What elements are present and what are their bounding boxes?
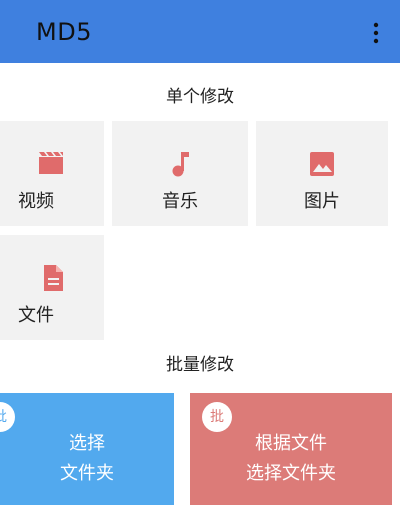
music-tile[interactable]: 音乐 [112, 121, 248, 226]
batch-badge: 批 [0, 402, 15, 432]
select-folder-by-file-card[interactable]: 批 根据文件 选择文件夹 [190, 393, 392, 505]
more-vert-icon[interactable] [368, 21, 384, 45]
batch-edit-section-title: 批量修改 [166, 355, 234, 375]
file-icon [44, 265, 63, 291]
image-tile[interactable]: 图片 [256, 121, 388, 226]
app-title: MD5 [36, 18, 92, 46]
file-label: 文件 [18, 305, 54, 326]
image-icon [310, 152, 334, 176]
select-folder-by-file-line2: 选择文件夹 [246, 463, 336, 484]
file-tile[interactable]: 文件 [0, 235, 104, 340]
select-folder-label: 选择 文件夹 [0, 429, 174, 489]
single-edit-section-title: 单个修改 [166, 87, 234, 107]
movie-clapper-icon [39, 152, 63, 174]
app-bar: MD5 [0, 0, 400, 63]
select-folder-by-file-line1: 根据文件 [255, 433, 327, 454]
select-folder-card[interactable]: 批 选择 文件夹 [0, 393, 174, 505]
music-label: 音乐 [162, 191, 198, 212]
select-folder-line1: 选择 [69, 433, 105, 454]
select-folder-line2: 文件夹 [60, 463, 114, 484]
music-note-icon [172, 152, 189, 177]
select-folder-by-file-label: 根据文件 选择文件夹 [190, 429, 392, 489]
image-label: 图片 [304, 191, 340, 212]
video-tile[interactable]: 视频 [0, 121, 104, 226]
video-label: 视频 [18, 191, 54, 212]
batch-badge: 批 [202, 402, 232, 432]
